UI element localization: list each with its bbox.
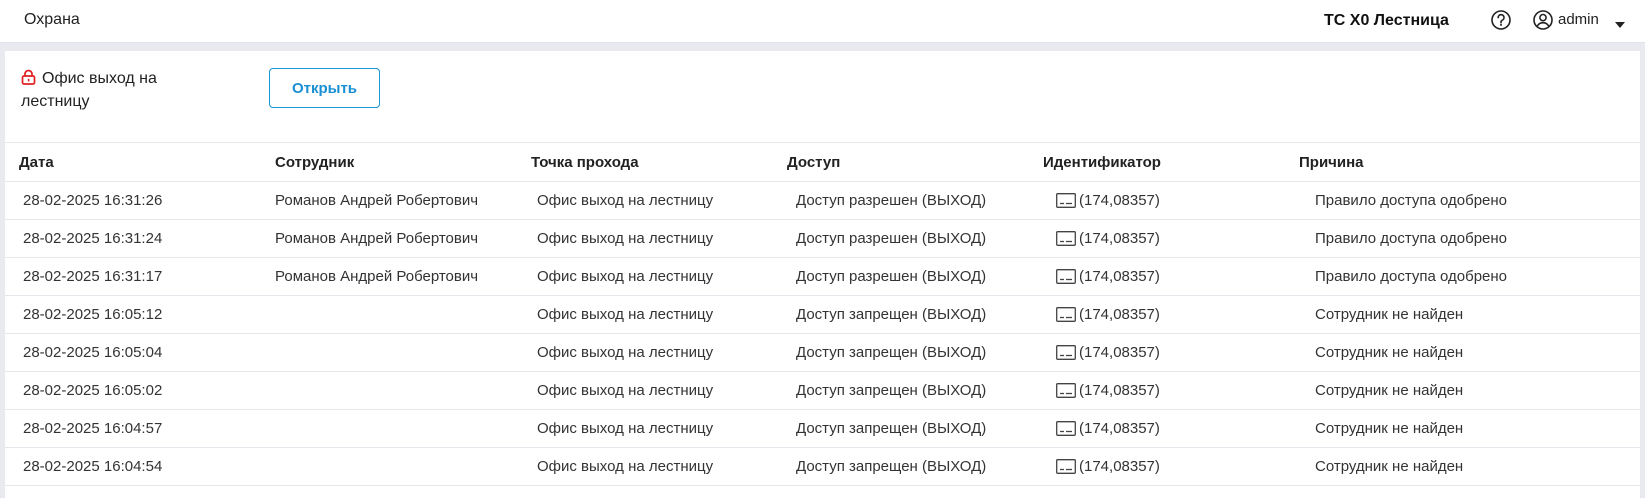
identifier-value: (174,08357) xyxy=(1079,420,1160,437)
cell-access-point: Офис выход на лестницу xyxy=(517,447,773,486)
table-row[interactable]: 28-02-2025 16:05:12 Офис выход на лестниц… xyxy=(5,295,1640,334)
identifier-value: (174,08357) xyxy=(1079,458,1160,475)
cell-access-point: Офис выход на лестницу xyxy=(517,333,773,372)
cell-access-point: Офис выход на лестницу xyxy=(517,219,773,258)
app-title: Охрана xyxy=(24,11,80,28)
cell-reason: Сотрудник не найден xyxy=(1285,447,1640,486)
cell-access: Доступ разрешен (ВЫХОД) xyxy=(773,181,1029,220)
cell-access: Доступ запрещен (ВЫХОД) xyxy=(773,333,1029,372)
cell-employee xyxy=(261,295,517,334)
cell-employee xyxy=(261,447,517,486)
card-icon xyxy=(1056,193,1076,208)
cell-employee: Романов Андрей Робертович xyxy=(261,181,517,220)
cell-access: Доступ запрещен (ВЫХОД) xyxy=(773,295,1029,334)
cell-identifier: (174,08357) xyxy=(1029,181,1285,220)
table-row[interactable]: 28-02-2025 16:31:24 Романов Андрей Роберт… xyxy=(5,219,1640,258)
cell-access-point: Офис выход на лестницу xyxy=(517,295,773,334)
cell-date: 28-02-2025 16:04:54 xyxy=(5,447,261,486)
cell-access: Доступ запрещен (ВЫХОД) xyxy=(773,447,1029,486)
column-header-point[interactable]: Точка прохода xyxy=(517,143,773,182)
cell-date: 28-02-2025 16:05:12 xyxy=(5,295,261,334)
lock-icon xyxy=(21,69,36,85)
cell-reason: Правило доступа одобрено xyxy=(1285,181,1640,220)
cell-date: 28-02-2025 16:05:02 xyxy=(5,371,261,410)
cell-identifier: (174,08357) xyxy=(1029,409,1285,448)
cell-reason: Сотрудник не найден xyxy=(1285,371,1640,410)
cell-identifier: (174,08357) xyxy=(1029,447,1285,486)
cell-date: 28-02-2025 16:04:57 xyxy=(5,409,261,448)
cell-access: Доступ запрещен (ВЫХОД) xyxy=(773,371,1029,410)
cell-identifier: (174,08357) xyxy=(1029,257,1285,296)
cell-employee: Романов Андрей Робертович xyxy=(261,257,517,296)
door-name: Офис выход на лестницу xyxy=(21,70,157,110)
user-circle-icon[interactable] xyxy=(1532,9,1554,31)
cell-employee: Романов Андрей Робертович xyxy=(261,219,517,258)
cell-access: Доступ разрешен (ВЫХОД) xyxy=(773,257,1029,296)
cell-identifier: (174,08357) xyxy=(1029,295,1285,334)
user-name[interactable]: admin xyxy=(1558,11,1599,28)
identifier-value: (174,08357) xyxy=(1079,230,1160,247)
cell-access: Доступ разрешен (ВЫХОД) xyxy=(773,219,1029,258)
table-row[interactable]: 28-02-2025 16:04:57 Офис выход на лестниц… xyxy=(5,409,1640,448)
cell-date: 28-02-2025 16:05:04 xyxy=(5,333,261,372)
card-icon xyxy=(1056,345,1076,360)
card-icon xyxy=(1056,459,1076,474)
identifier-value: (174,08357) xyxy=(1079,344,1160,361)
card-icon xyxy=(1056,421,1076,436)
open-door-button[interactable]: Открыть xyxy=(269,68,380,108)
cell-employee xyxy=(261,333,517,372)
identifier-value: (174,08357) xyxy=(1079,268,1160,285)
identifier-value: (174,08357) xyxy=(1079,382,1160,399)
site-name[interactable]: ТС Х0 Лестница xyxy=(1324,12,1449,30)
column-header-access[interactable]: Доступ xyxy=(773,143,1029,182)
cell-identifier: (174,08357) xyxy=(1029,333,1285,372)
cell-reason: Сотрудник не найден xyxy=(1285,333,1640,372)
caret-down-icon[interactable] xyxy=(1615,16,1625,28)
cell-reason: Правило доступа одобрено xyxy=(1285,257,1640,296)
identifier-value: (174,08357) xyxy=(1079,306,1160,323)
table-header-row: Дата Сотрудник Точка прохода Доступ Иден… xyxy=(5,143,1640,182)
card-icon xyxy=(1056,307,1076,322)
table-row[interactable]: 28-02-2025 16:05:02 Офис выход на лестниц… xyxy=(5,371,1640,410)
cell-employee xyxy=(261,409,517,448)
cell-access-point: Офис выход на лестницу xyxy=(517,409,773,448)
table-row[interactable]: 28-02-2025 16:05:04 Офис выход на лестниц… xyxy=(5,333,1640,372)
cell-identifier: (174,08357) xyxy=(1029,219,1285,258)
cell-access-point: Офис выход на лестницу xyxy=(517,181,773,220)
cell-date: 28-02-2025 16:31:26 xyxy=(5,181,261,220)
identifier-value: (174,08357) xyxy=(1079,192,1160,209)
cell-reason: Правило доступа одобрено xyxy=(1285,219,1640,258)
card-icon xyxy=(1056,383,1076,398)
cell-reason: Сотрудник не найден xyxy=(1285,295,1640,334)
column-header-date[interactable]: Дата xyxy=(5,143,261,182)
table-row[interactable]: 28-02-2025 16:31:26 Романов Андрей Роберт… xyxy=(5,181,1640,220)
column-header-reason[interactable]: Причина xyxy=(1285,143,1640,182)
door-status: Офис выход на лестницу xyxy=(21,67,211,113)
column-header-identifier[interactable]: Идентификатор xyxy=(1029,143,1285,182)
cell-date: 28-02-2025 16:31:17 xyxy=(5,257,261,296)
events-table: Дата Сотрудник Точка прохода Доступ Иден… xyxy=(5,143,1640,486)
card-icon xyxy=(1056,269,1076,284)
column-header-employee[interactable]: Сотрудник xyxy=(261,143,517,182)
cell-date: 28-02-2025 16:31:24 xyxy=(5,219,261,258)
cell-reason: Сотрудник не найден xyxy=(1285,409,1640,448)
cell-identifier: (174,08357) xyxy=(1029,371,1285,410)
cell-access-point: Офис выход на лестницу xyxy=(517,257,773,296)
table-row[interactable]: 28-02-2025 16:31:17 Романов Андрей Роберт… xyxy=(5,257,1640,296)
cell-access: Доступ запрещен (ВЫХОД) xyxy=(773,409,1029,448)
card-icon xyxy=(1056,231,1076,246)
table-row[interactable]: 28-02-2025 16:04:54 Офис выход на лестниц… xyxy=(5,447,1640,486)
cell-access-point: Офис выход на лестницу xyxy=(517,371,773,410)
events-panel: Офис выход на лестницу Открыть Дата Сотр… xyxy=(5,51,1640,498)
question-circle-icon[interactable] xyxy=(1490,9,1512,31)
top-bar: Охрана ТС Х0 Лестница admin xyxy=(0,0,1645,43)
cell-employee xyxy=(261,371,517,410)
